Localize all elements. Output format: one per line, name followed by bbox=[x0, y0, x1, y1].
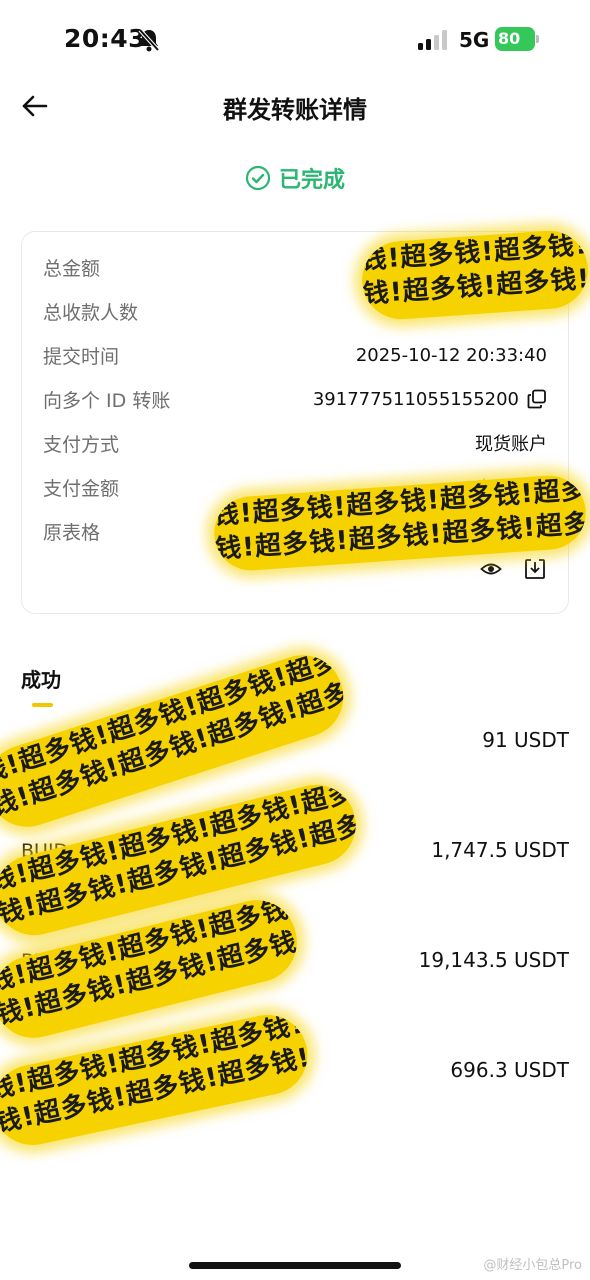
row-multi-id: 向多个 ID 转账 391777511055155200 bbox=[43, 384, 547, 414]
transfer-amount: 1,747.5 USDT bbox=[431, 838, 569, 862]
header: 群发转账详情 bbox=[0, 78, 590, 134]
signal-icon bbox=[418, 30, 447, 50]
battery-tip bbox=[536, 35, 539, 43]
transfer-amount: 19,143.5 USDT bbox=[418, 948, 569, 972]
home-indicator[interactable] bbox=[189, 1262, 401, 1269]
sheet-actions bbox=[480, 558, 546, 580]
bell-slash-icon bbox=[138, 28, 160, 52]
payment-amount-label: 支付金额 bbox=[43, 477, 120, 500]
transfer-amount: 91 USDT bbox=[482, 728, 569, 752]
payment-method-value: 现货账户 bbox=[475, 434, 547, 455]
redaction-mark: 钱!超多钱!超多钱!超多钱!超多钱!超多钱!超多钱!超多 钱!超多钱!超多钱!超… bbox=[359, 228, 590, 322]
status-time: 20:43 bbox=[64, 24, 147, 53]
total-amount-label: 总金额 bbox=[43, 257, 101, 280]
transfer-amount: 696.3 USDT bbox=[450, 1058, 569, 1082]
row-submit-time: 提交时间 2025-10-12 20:33:40 bbox=[43, 340, 547, 370]
battery-level: 80 bbox=[495, 27, 535, 51]
original-sheet-label: 原表格 bbox=[43, 521, 101, 544]
submit-time-value: 2025-10-12 20:33:40 bbox=[355, 344, 547, 366]
status-bar: 20:43 5G 80 bbox=[0, 0, 590, 80]
eye-icon[interactable] bbox=[480, 558, 502, 580]
watermark: @财经小包总Pro bbox=[483, 1258, 582, 1273]
recipient-count-label: 总收款人数 bbox=[43, 301, 139, 324]
download-icon[interactable] bbox=[524, 558, 546, 580]
battery-icon: 80 bbox=[495, 27, 539, 51]
status-line: 已完成 bbox=[0, 160, 590, 196]
multi-id-value: 391777511055155200 bbox=[312, 388, 519, 410]
check-circle-icon bbox=[245, 165, 271, 191]
status-label: 已完成 bbox=[278, 168, 345, 193]
network-type: 5G bbox=[459, 28, 490, 52]
page-title: 群发转账详情 bbox=[223, 96, 367, 124]
multi-id-label: 向多个 ID 转账 bbox=[43, 389, 171, 412]
row-payment-method: 支付方式 现货账户 bbox=[43, 428, 547, 458]
submit-time-label: 提交时间 bbox=[43, 345, 120, 368]
tab-success[interactable]: 成功 bbox=[21, 664, 61, 693]
copy-icon[interactable] bbox=[527, 389, 547, 409]
multi-id-value-wrap: 391777511055155200 bbox=[313, 389, 547, 410]
tab-underline bbox=[32, 703, 53, 707]
payment-method-label: 支付方式 bbox=[43, 433, 120, 456]
